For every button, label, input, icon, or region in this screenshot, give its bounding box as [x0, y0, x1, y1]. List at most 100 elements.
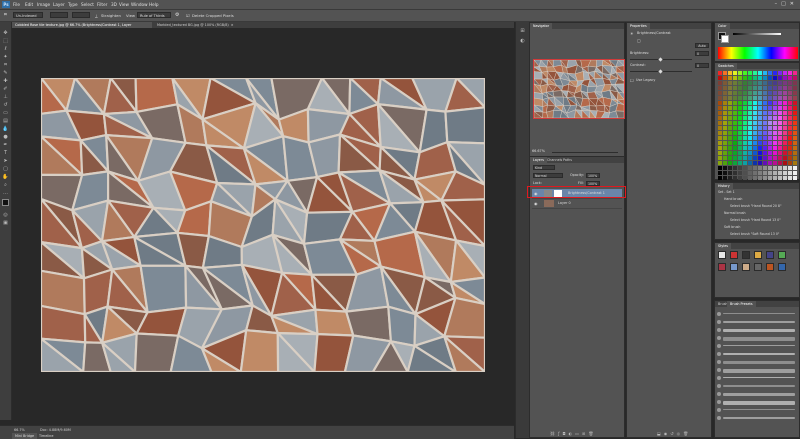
- color-swatch[interactable]: [723, 176, 727, 180]
- brush-preset-list[interactable]: [715, 311, 800, 431]
- color-swatch[interactable]: [718, 116, 722, 120]
- history-row[interactable]: Set - Set 1: [718, 189, 797, 196]
- color-swatch[interactable]: [768, 161, 772, 165]
- color-swatch[interactable]: [748, 141, 752, 145]
- color-swatch[interactable]: [768, 131, 772, 135]
- color-swatch[interactable]: [773, 86, 777, 90]
- brush-stroke-preview[interactable]: [723, 361, 795, 364]
- color-swatch[interactable]: [738, 121, 742, 125]
- brush-tip-icon[interactable]: [717, 392, 721, 396]
- color-swatch[interactable]: [788, 101, 792, 105]
- brush-stroke-preview[interactable]: [723, 417, 795, 419]
- move-tool-icon[interactable]: ✥: [2, 30, 9, 36]
- color-swatch[interactable]: [773, 96, 777, 100]
- color-swatch[interactable]: [743, 121, 747, 125]
- color-swatch[interactable]: [733, 91, 737, 95]
- color-swatch[interactable]: [778, 71, 782, 75]
- color-swatch[interactable]: [763, 151, 767, 155]
- color-swatch[interactable]: [773, 91, 777, 95]
- color-swatch[interactable]: [738, 141, 742, 145]
- color-swatch[interactable]: [753, 156, 757, 160]
- color-swatch[interactable]: [748, 76, 752, 80]
- color-swatch[interactable]: [753, 71, 757, 75]
- color-swatch[interactable]: [743, 141, 747, 145]
- color-swatch[interactable]: [723, 126, 727, 130]
- brush-tip-icon[interactable]: [717, 384, 721, 388]
- color-swatch[interactable]: [758, 166, 762, 170]
- opacity-field[interactable]: 100%: [586, 173, 600, 178]
- background-color-swatch[interactable]: [721, 35, 729, 43]
- color-swatch[interactable]: [728, 101, 732, 105]
- color-swatch[interactable]: [758, 146, 762, 150]
- color-swatch[interactable]: [773, 176, 777, 180]
- canvas-area[interactable]: [12, 28, 514, 425]
- color-swatch[interactable]: [728, 141, 732, 145]
- color-swatch[interactable]: [783, 161, 787, 165]
- color-swatch[interactable]: [748, 71, 752, 75]
- color-swatch[interactable]: [733, 136, 737, 140]
- color-swatch[interactable]: [718, 146, 722, 150]
- type-tool-icon[interactable]: T: [2, 150, 9, 156]
- brush-tip-icon[interactable]: [717, 344, 721, 348]
- color-swatch[interactable]: [718, 76, 722, 80]
- style-tile[interactable]: [742, 251, 750, 259]
- layer-row-layer-0[interactable]: ◉ Layer 0: [532, 199, 622, 209]
- zoom-tool-icon[interactable]: ⌕: [2, 182, 9, 188]
- trash-icon[interactable]: 🗑: [588, 431, 596, 436]
- color-swatch[interactable]: [778, 126, 782, 130]
- color-swatch[interactable]: [748, 176, 752, 180]
- color-swatch[interactable]: [783, 81, 787, 85]
- color-swatch[interactable]: [728, 91, 732, 95]
- color-swatch[interactable]: [723, 136, 727, 140]
- history-row[interactable]: Normal brush: [718, 210, 797, 217]
- straighten-label[interactable]: Straighten: [101, 12, 121, 19]
- tab-properties[interactable]: Properties: [627, 23, 650, 29]
- contrast-slider-knob[interactable]: [658, 69, 663, 74]
- color-swatch[interactable]: [768, 156, 772, 160]
- color-swatch[interactable]: [773, 121, 777, 125]
- color-swatch[interactable]: [738, 161, 742, 165]
- color-swatch[interactable]: [748, 106, 752, 110]
- close-button[interactable]: ✕: [790, 1, 798, 7]
- color-swatch[interactable]: [758, 136, 762, 140]
- color-swatch[interactable]: [728, 166, 732, 170]
- color-swatch[interactable]: [773, 156, 777, 160]
- color-swatch[interactable]: [723, 141, 727, 145]
- color-swatch[interactable]: [763, 166, 767, 170]
- tab-navigator[interactable]: Navigator: [530, 23, 553, 29]
- color-swatch[interactable]: [788, 156, 792, 160]
- marquee-tool-icon[interactable]: ⬚: [2, 38, 9, 44]
- color-swatch[interactable]: [748, 156, 752, 160]
- color-swatch[interactable]: [748, 146, 752, 150]
- brush-tip-icon[interactable]: [717, 376, 721, 380]
- color-swatch[interactable]: [763, 146, 767, 150]
- color-swatch[interactable]: [728, 81, 732, 85]
- width-field[interactable]: [50, 12, 68, 18]
- color-swatch[interactable]: [763, 176, 767, 180]
- color-swatch[interactable]: [758, 116, 762, 120]
- blur-tool-icon[interactable]: 💧: [2, 126, 9, 132]
- color-swatch[interactable]: [753, 121, 757, 125]
- color-swatch[interactable]: [788, 141, 792, 145]
- delete-cropped-checkbox[interactable]: ☑: [186, 12, 190, 19]
- color-swatch[interactable]: [748, 171, 752, 175]
- color-swatch[interactable]: [718, 166, 722, 170]
- color-swatch[interactable]: [738, 81, 742, 85]
- color-swatch[interactable]: [758, 111, 762, 115]
- color-swatch[interactable]: [728, 131, 732, 135]
- color-swatch[interactable]: [763, 156, 767, 160]
- color-swatch[interactable]: [728, 116, 732, 120]
- brush-tip-icon[interactable]: [717, 352, 721, 356]
- color-swatch[interactable]: [743, 81, 747, 85]
- mode-dropdown[interactable]: Un-Indexed: [13, 12, 43, 18]
- link-icon[interactable]: ⛓: [550, 431, 558, 436]
- color-swatch[interactable]: [788, 161, 792, 165]
- menu-view[interactable]: View: [119, 0, 129, 9]
- color-swatch[interactable]: [748, 111, 752, 115]
- color-swatch[interactable]: [733, 111, 737, 115]
- color-swatch[interactable]: [768, 151, 772, 155]
- hand-tool-icon[interactable]: ✋: [2, 174, 9, 180]
- color-swatch[interactable]: [753, 171, 757, 175]
- color-swatch[interactable]: [718, 81, 722, 85]
- lasso-tool-icon[interactable]: ℓ: [2, 46, 9, 52]
